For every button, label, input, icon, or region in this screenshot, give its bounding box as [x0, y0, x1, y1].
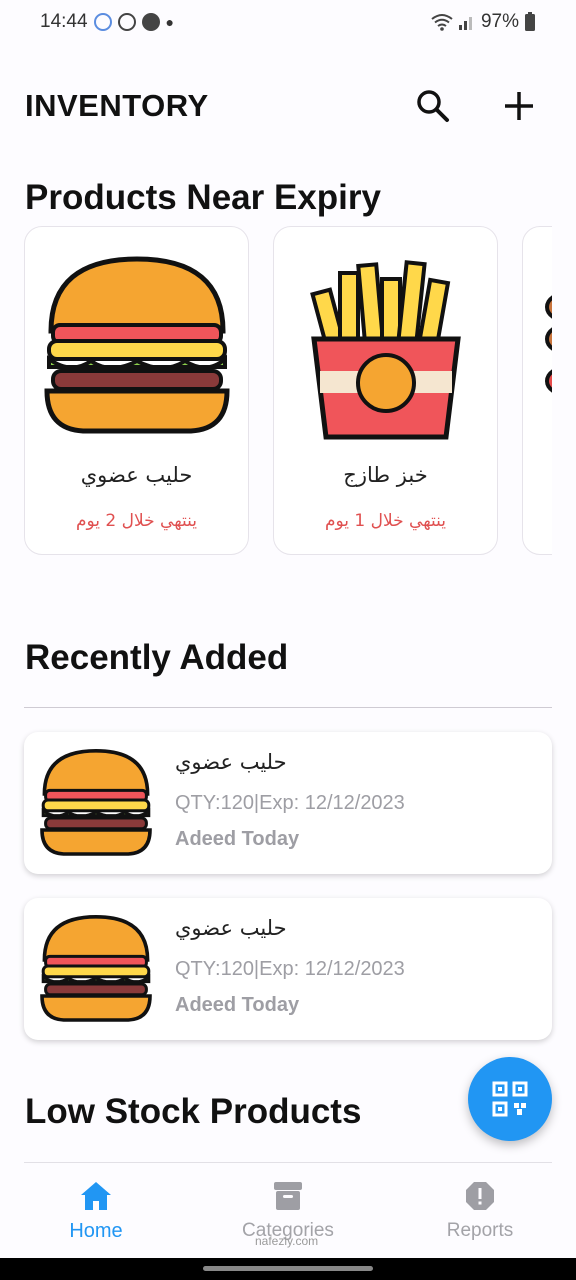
- watermark: nafezly.com: [255, 1234, 319, 1248]
- wifi-icon: [431, 14, 453, 31]
- nav-reports-label: Reports: [446, 1220, 514, 1241]
- notification-dot-icon: ●: [165, 14, 175, 30]
- recent-product-card[interactable]: حليب عضوي QTY:120|Exp: 12/12/2023 Adeed …: [24, 732, 552, 874]
- alert-icon: [466, 1182, 494, 1210]
- add-product-button[interactable]: [499, 86, 539, 126]
- media-icon: [117, 13, 136, 31]
- nav-home-label: Home: [69, 1220, 123, 1242]
- battery-icon: [525, 12, 535, 31]
- scan-qr-button[interactable]: [468, 1057, 552, 1141]
- recent-product-added: Adeed Today: [175, 994, 300, 1016]
- home-gesture-handle[interactable]: [203, 1266, 373, 1271]
- status-bar: 14:44 ● 97%: [0, 0, 576, 44]
- plus-icon: [505, 92, 533, 120]
- nav-reports[interactable]: Reports: [384, 1162, 576, 1258]
- expiry-product-name: حليب عضوي: [80, 463, 193, 487]
- archive-icon: [274, 1182, 302, 1210]
- food-image: [545, 295, 552, 393]
- verified-icon: [93, 13, 112, 31]
- app-bar: INVENTORY: [0, 70, 576, 142]
- recent-product-details: QTY:120|Exp: 12/12/2023: [175, 792, 405, 814]
- inventory-screen: 14:44 ● 97% INVENTORY Products Near Expi…: [0, 0, 576, 1280]
- home-icon: [81, 1182, 111, 1210]
- qr-scan-icon: [492, 1081, 528, 1117]
- recent-product-name: حليب عضوي: [175, 750, 287, 774]
- expiry-card[interactable]: خبز طازج ينتهي خلال 1 يوم: [273, 226, 498, 555]
- nav-divider: [24, 1162, 552, 1163]
- burger-image: [40, 914, 152, 1022]
- recently-added-title: Recently Added: [25, 638, 289, 677]
- burger-image: [40, 748, 152, 856]
- nav-home[interactable]: Home: [0, 1162, 192, 1258]
- expiry-card[interactable]: حليب عضوي ينتهي خلال 2 يوم: [24, 226, 249, 555]
- search-button[interactable]: [413, 86, 453, 126]
- signal-icon: [458, 17, 472, 30]
- status-time: 14:44: [40, 11, 88, 32]
- expiry-card-partial[interactable]: [522, 226, 552, 555]
- near-expiry-carousel[interactable]: حليب عضوي ينتهي خلال 2 يوم خبز طازج ينته…: [24, 226, 552, 556]
- recent-product-name: حليب عضوي: [175, 916, 287, 940]
- system-gesture-bar: [0, 1258, 576, 1280]
- recent-product-details: QTY:120|Exp: 12/12/2023: [175, 958, 405, 980]
- section-divider: [24, 707, 552, 708]
- near-expiry-title: Products Near Expiry: [25, 178, 381, 217]
- page-title: INVENTORY: [25, 88, 209, 123]
- expiry-countdown: ينتهي خلال 1 يوم: [324, 511, 447, 531]
- burger-image: [44, 256, 230, 434]
- battery-percent: 97%: [480, 11, 519, 32]
- search-icon: [417, 90, 449, 122]
- expiry-product-name: خبز طازج: [343, 463, 428, 487]
- recent-product-card[interactable]: حليب عضوي QTY:120|Exp: 12/12/2023 Adeed …: [24, 898, 552, 1040]
- recent-product-added: Adeed Today: [175, 828, 300, 850]
- low-stock-title: Low Stock Products: [25, 1092, 362, 1131]
- fries-image: [310, 260, 461, 440]
- expiry-countdown: ينتهي خلال 2 يوم: [75, 511, 198, 531]
- account-icon: [141, 13, 160, 31]
